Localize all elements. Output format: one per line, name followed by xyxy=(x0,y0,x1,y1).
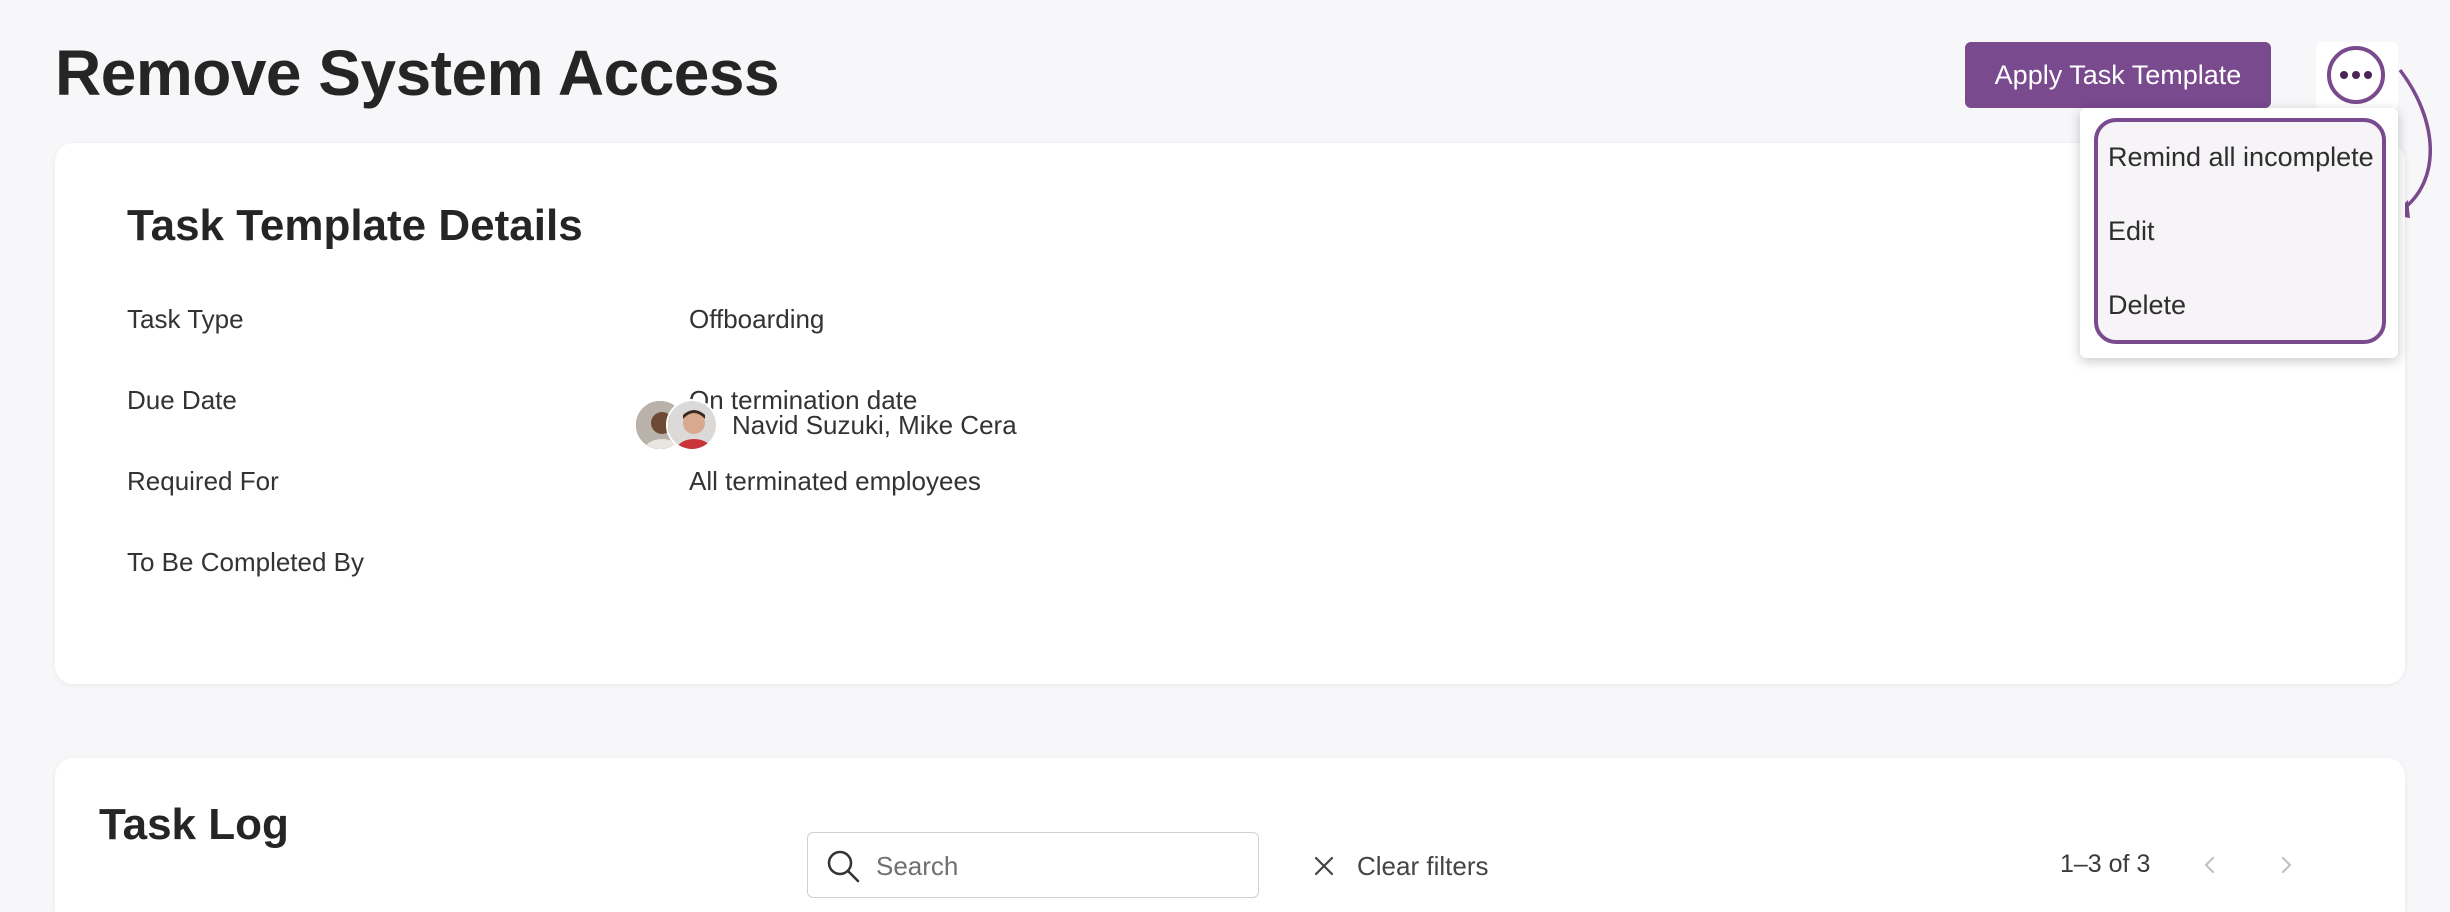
close-icon xyxy=(1314,856,1334,876)
required-for-label: Required For xyxy=(127,466,279,496)
task-log-title: Task Log xyxy=(99,800,289,849)
details-title: Task Template Details xyxy=(127,201,583,250)
chevron-right-icon xyxy=(2281,856,2292,874)
task-log-card: Task Log Clear filters 1–3 of 3 xyxy=(55,758,2405,912)
search-icon xyxy=(827,850,860,883)
task-type-label: Task Type xyxy=(127,304,244,334)
page-title: Remove System Access xyxy=(55,37,780,109)
menu-item-remind-all-incomplete[interactable]: Remind all incomplete xyxy=(2108,142,2374,173)
task-template-details-card: Task Template Details Task Type Offboard… xyxy=(55,143,2405,684)
previous-page-button[interactable] xyxy=(2195,848,2225,882)
page: Remove System Access Apply Task Template… xyxy=(0,0,2450,912)
search-input[interactable] xyxy=(876,851,1236,881)
more-options-menu: Remind all incomplete Edit Delete xyxy=(2080,108,2398,358)
ellipsis-horizontal-icon xyxy=(2340,71,2348,79)
required-for-value: All terminated employees xyxy=(689,466,981,496)
search-box[interactable] xyxy=(807,832,1259,898)
more-options-button[interactable] xyxy=(2327,46,2385,104)
completed-by-label: To Be Completed By xyxy=(127,547,365,577)
next-page-button[interactable] xyxy=(2271,848,2301,882)
apply-task-template-button[interactable]: Apply Task Template xyxy=(1965,42,2271,108)
clear-filters-button[interactable]: Clear filters xyxy=(1313,846,1488,886)
avatar xyxy=(666,399,718,451)
pagination-count: 1–3 of 3 xyxy=(2060,850,2151,878)
completed-by-value: Navid Suzuki, Mike Cera xyxy=(732,410,1017,440)
menu-item-delete[interactable]: Delete xyxy=(2108,290,2186,321)
due-date-label: Due Date xyxy=(127,385,237,415)
menu-item-edit[interactable]: Edit xyxy=(2108,216,2155,247)
task-type-value: Offboarding xyxy=(689,304,825,334)
chevron-left-icon xyxy=(2204,856,2215,874)
assignee-avatars xyxy=(632,399,722,453)
clear-filters-label: Clear filters xyxy=(1357,850,1489,881)
